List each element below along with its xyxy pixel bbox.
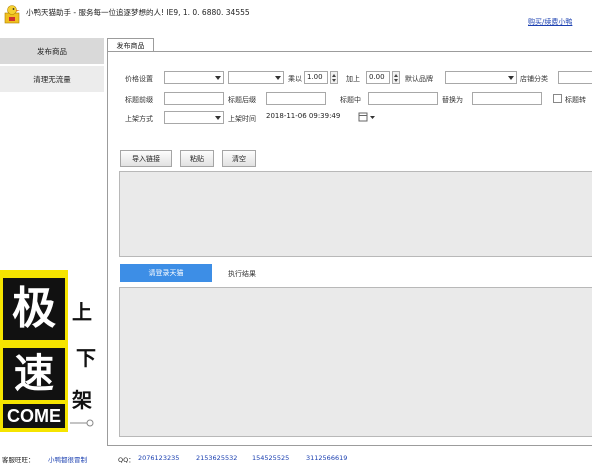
qq-number[interactable]: 154525525 [252, 454, 289, 462]
title-middle-label: 标题中 [340, 96, 361, 104]
title-prefix-label: 标题前缀 [125, 96, 153, 104]
title-suffix-input[interactable] [266, 92, 326, 105]
paste-button[interactable]: 粘贴 [180, 150, 214, 167]
calendar-icon[interactable] [358, 112, 376, 123]
qq-label: QQ： [118, 456, 135, 464]
title-option-checkbox[interactable] [553, 94, 562, 103]
clear-button[interactable]: 清空 [222, 150, 256, 167]
title-bar: 小鸭天猫助手 - 服务每一位追逐梦想的人! IE9, 1. 0. 6880. 3… [0, 0, 592, 30]
qq-number[interactable]: 3112566619 [306, 454, 347, 462]
listing-method-select[interactable] [164, 111, 224, 124]
sidebar-item-publish[interactable]: 发布商品 [0, 38, 104, 64]
qq-number[interactable]: 2153625532 [196, 454, 237, 462]
multiply-label: 乘以 [288, 75, 302, 83]
app-title: 小鸭天猫助手 - 服务每一位追逐梦想的人! IE9, 1. 0. 6880. 3… [26, 8, 250, 17]
result-tab-label[interactable]: 执行结果 [228, 269, 256, 279]
import-links-button[interactable]: 导入链接 [120, 150, 172, 167]
qq-number[interactable]: 2076123235 [138, 454, 179, 462]
shop-category-select[interactable] [558, 71, 592, 84]
replace-with-label: 替换为 [442, 96, 463, 104]
chevron-down-icon [275, 76, 281, 80]
shop-category-label: 店铺分类 [520, 75, 548, 83]
promo-come: COME [3, 404, 65, 428]
add-input[interactable]: 0.00 [366, 71, 390, 84]
promo-side-xia: 下 [76, 346, 96, 370]
price-source-select[interactable] [164, 71, 224, 84]
promo-char-su: 速 [3, 348, 65, 400]
listing-time-label: 上架时间 [228, 115, 256, 123]
service-contact-link[interactable]: 小鸭都很冒制 [48, 454, 87, 464]
add-label: 加上 [346, 75, 360, 83]
promo-banner: 极 速 COME 上 下 架 [0, 270, 100, 432]
title-option-label: 标题转 [565, 96, 586, 104]
status-bar: 客服旺旺： 小鸭都很冒制 QQ： 2076123235 2153625532 1… [0, 452, 592, 464]
login-tmall-button[interactable]: 请登录天猫 [120, 264, 212, 282]
result-log-area [119, 287, 592, 437]
price-mode-select[interactable] [228, 71, 284, 84]
listing-method-label: 上架方式 [125, 115, 153, 123]
promo-char-ji: 极 [3, 278, 65, 340]
multiply-input[interactable]: 1.00 [304, 71, 328, 84]
multiply-stepper[interactable] [330, 71, 338, 84]
add-stepper[interactable] [392, 71, 400, 84]
default-brand-select[interactable] [445, 71, 517, 84]
chevron-down-icon [215, 116, 221, 120]
chevron-down-icon [215, 76, 221, 80]
title-prefix-input[interactable] [164, 92, 224, 105]
key-icon [70, 419, 94, 427]
promo-side-jia: 架 [72, 388, 92, 412]
title-middle-input[interactable] [368, 92, 438, 105]
duck-logo-icon [4, 5, 20, 24]
replace-with-input[interactable] [472, 92, 542, 105]
service-label: 客服旺旺： [2, 456, 35, 464]
sidebar-item-clean[interactable]: 清理无流量 [0, 66, 104, 92]
chevron-down-icon [508, 76, 514, 80]
tab-publish[interactable]: 发布商品 [107, 38, 154, 52]
title-suffix-label: 标题后缀 [228, 96, 256, 104]
links-textarea[interactable] [119, 171, 592, 257]
price-setting-label: 价格设置 [125, 75, 153, 83]
promo-side-shang: 上 [72, 300, 92, 324]
default-brand-label: 默认品牌 [405, 75, 433, 83]
buy-renew-link[interactable]: 购买/续费小鸭 [528, 17, 572, 27]
